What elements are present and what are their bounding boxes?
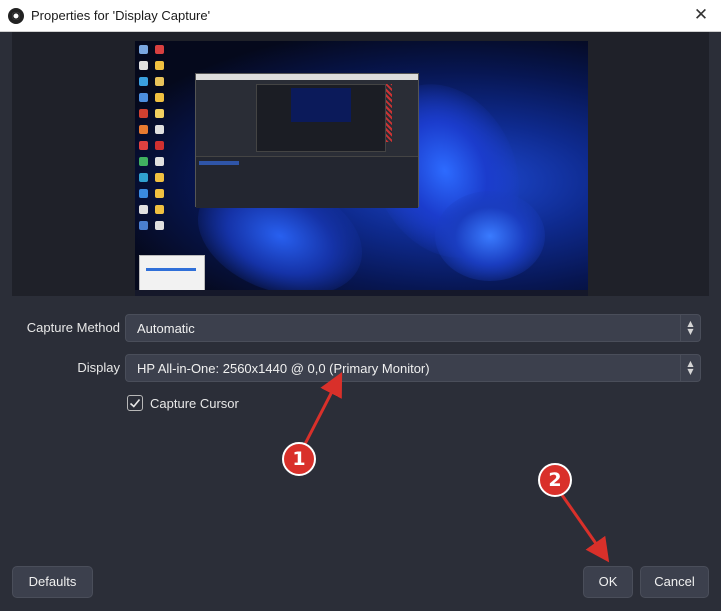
step-marker-1: 1 xyxy=(282,442,316,476)
cancel-button[interactable]: Cancel xyxy=(640,566,709,598)
capture-cursor-checkbox[interactable] xyxy=(127,395,143,411)
spinner-arrows-icon: ▲ ▼ xyxy=(680,315,700,341)
display-select[interactable]: HP All-in-One: 2560x1440 @ 0,0 (Primary … xyxy=(125,354,701,382)
capture-cursor-label: Capture Cursor xyxy=(150,396,239,411)
title-bar: Properties for 'Display Capture' ✕ xyxy=(0,0,721,32)
obs-logo-icon xyxy=(8,8,24,24)
desktop-icons xyxy=(135,43,171,253)
close-icon[interactable]: ✕ xyxy=(681,0,721,32)
preview-taskbar xyxy=(135,290,588,296)
capture-method-label: Capture Method xyxy=(26,320,120,335)
defaults-button[interactable]: Defaults xyxy=(12,566,93,598)
window-title: Properties for 'Display Capture' xyxy=(31,8,211,23)
display-label: Display xyxy=(77,360,120,375)
nested-notification xyxy=(139,255,205,291)
capture-method-value: Automatic xyxy=(137,321,195,336)
step-marker-2: 2 xyxy=(538,463,572,497)
capture-method-select[interactable]: Automatic ▲ ▼ xyxy=(125,314,701,342)
arrow-to-display xyxy=(303,372,343,445)
spinner-arrows-icon: ▲ ▼ xyxy=(680,355,700,381)
display-value: HP All-in-One: 2560x1440 @ 0,0 (Primary … xyxy=(137,361,430,376)
checkmark-icon xyxy=(129,398,141,408)
ok-button[interactable]: OK xyxy=(583,566,633,598)
arrow-to-ok xyxy=(560,494,610,563)
nested-obs-window xyxy=(195,73,419,208)
desktop-preview-image xyxy=(135,41,588,296)
source-preview xyxy=(12,32,709,296)
